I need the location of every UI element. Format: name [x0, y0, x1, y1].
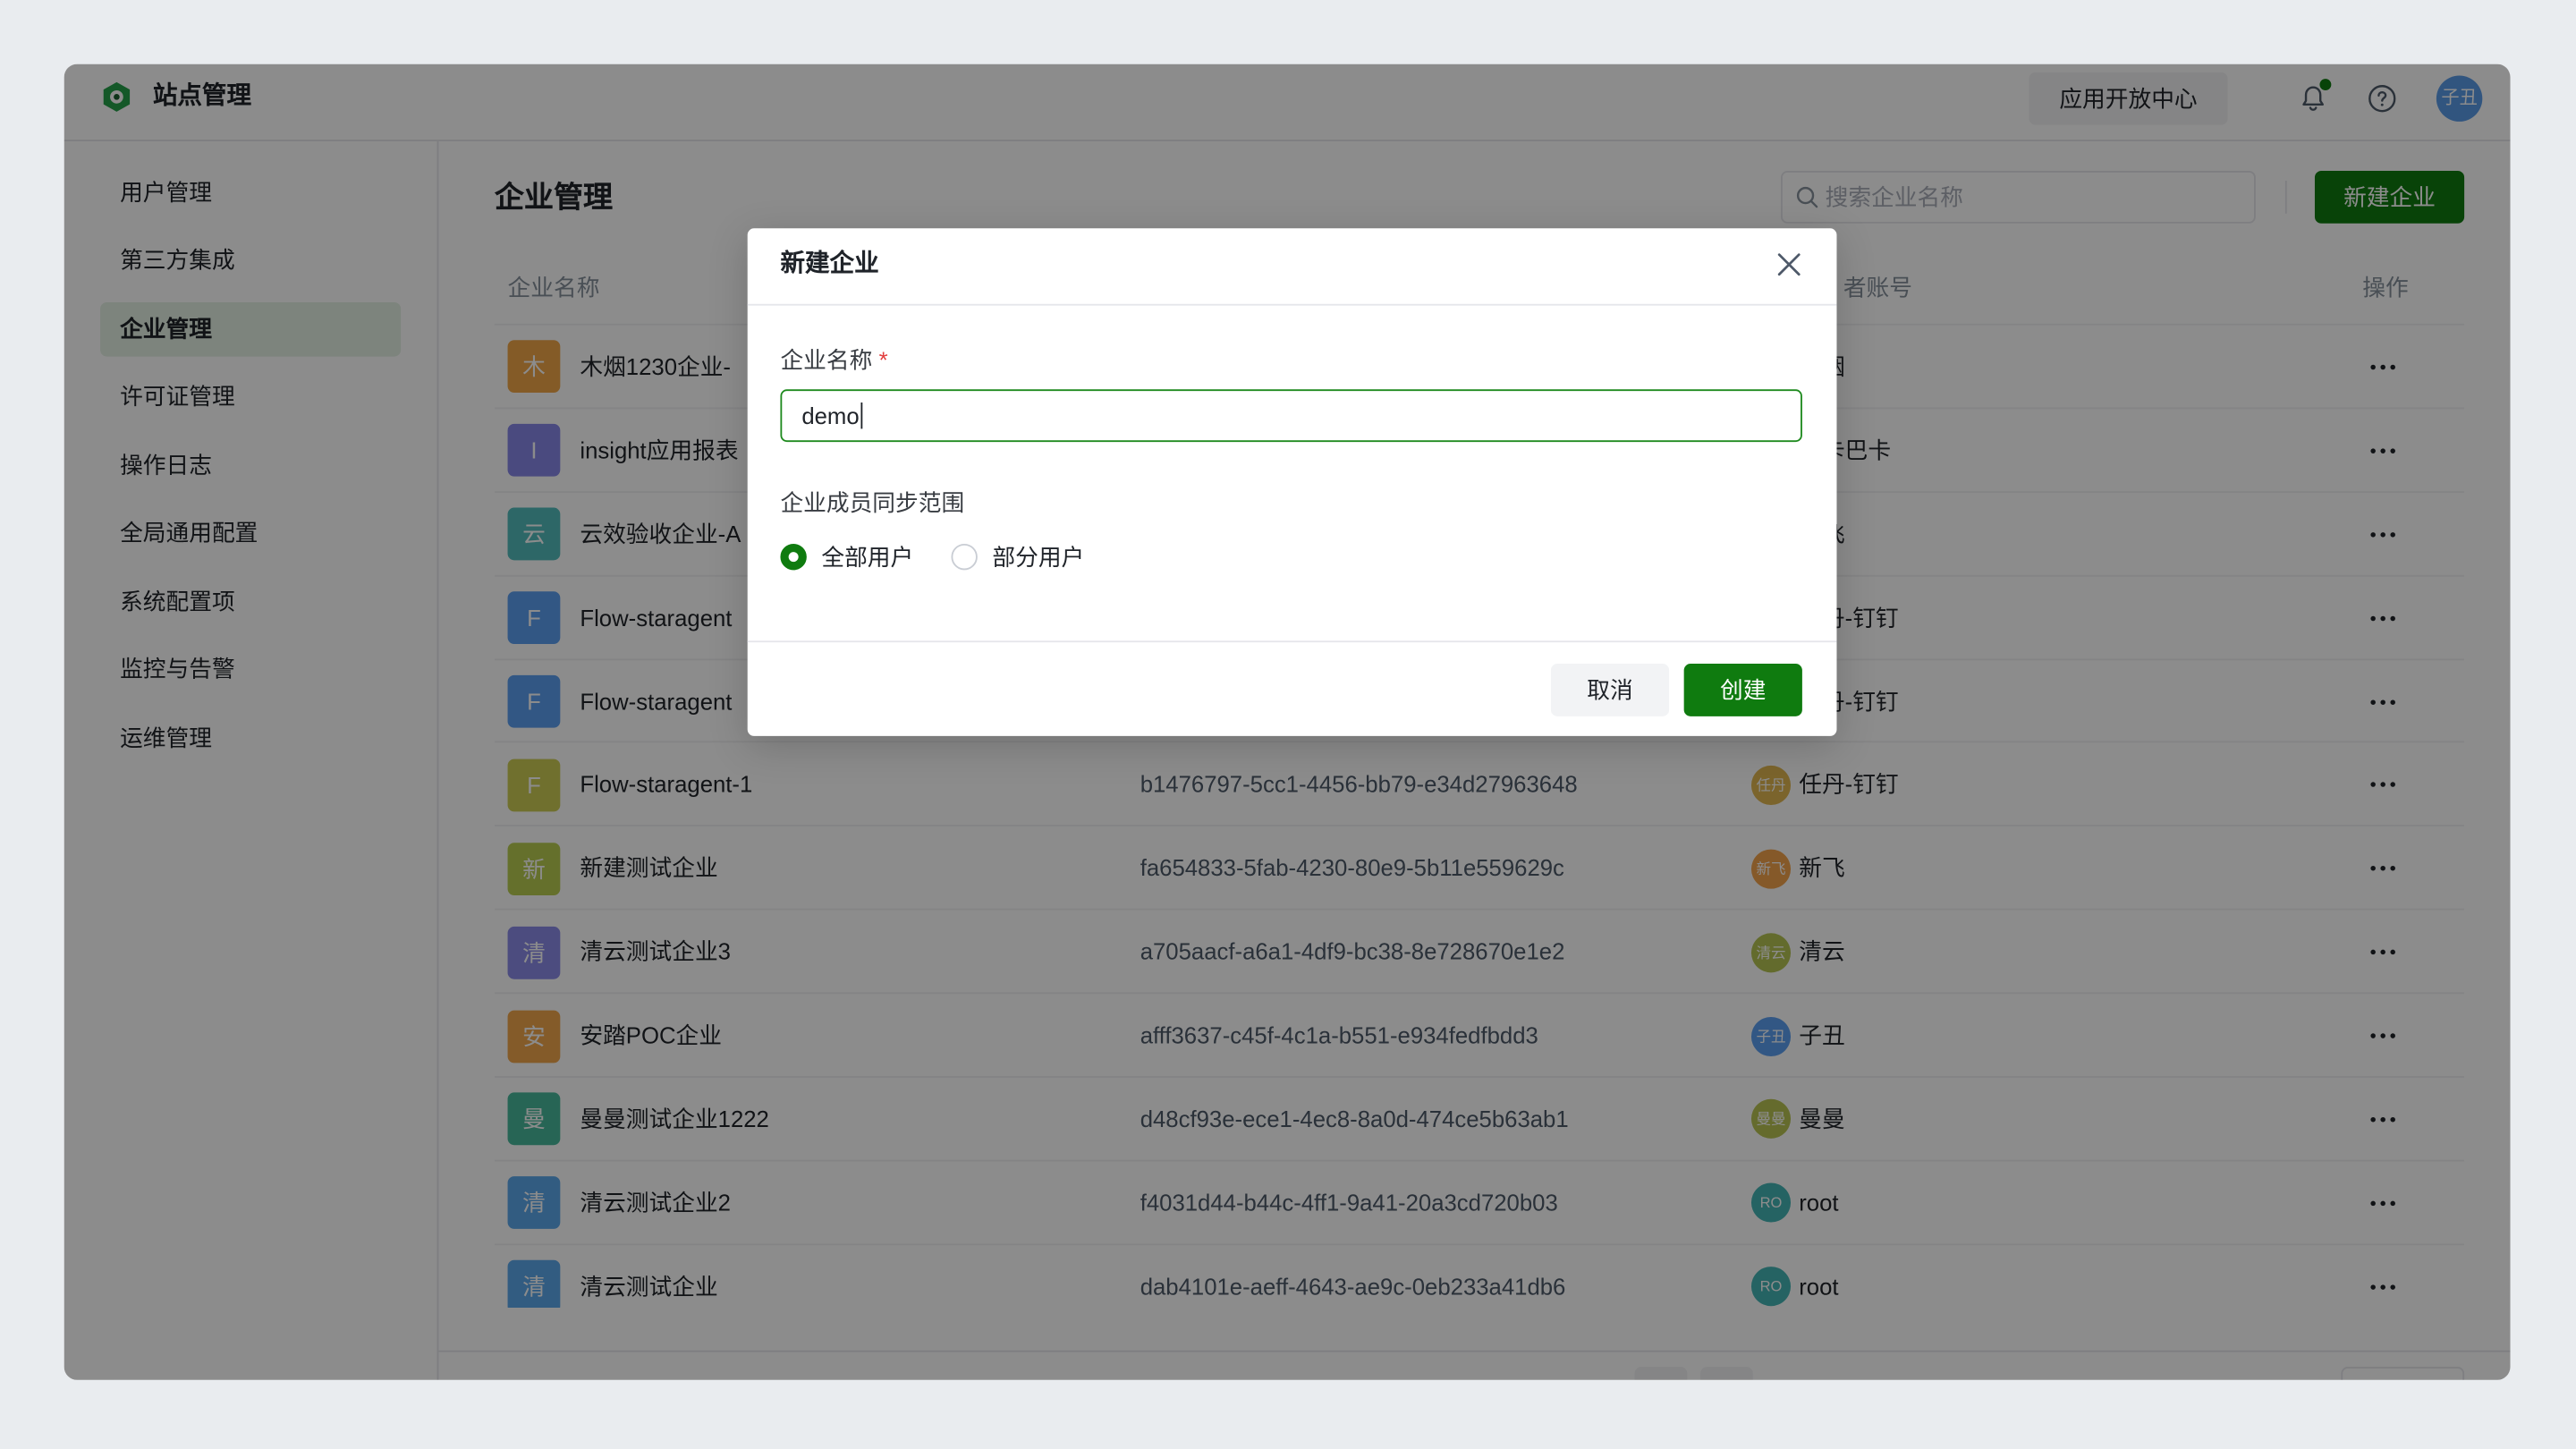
create-button[interactable]: 创建: [1683, 664, 1802, 716]
radio-partial-users[interactable]: [951, 543, 978, 571]
radio-all-users[interactable]: [780, 543, 807, 571]
required-mark: *: [878, 346, 888, 373]
sync-scope-label: 企业成员同步范围: [780, 489, 965, 516]
dialog-header: 新建企业: [747, 228, 1837, 306]
radio-all-users-label[interactable]: 全部用户: [821, 540, 913, 573]
cancel-button[interactable]: 取消: [1550, 664, 1670, 716]
enterprise-name-label-text: 企业名称: [780, 346, 873, 373]
stage: 站点管理 应用开放中心 子丑 用户管理 第三方集成 企业管理 许可证管理 操作日…: [0, 0, 2576, 1449]
text-caret: [860, 402, 863, 429]
close-icon[interactable]: [1776, 251, 1802, 277]
enterprise-name-input[interactable]: [780, 389, 1802, 443]
dialog-footer-divider: [747, 640, 1837, 643]
new-enterprise-dialog: 新建企业 企业名称* 企业成员同步范围 全部用户 部分用户 取消 创建: [747, 228, 1837, 736]
app-window: 站点管理 应用开放中心 子丑 用户管理 第三方集成 企业管理 许可证管理 操作日…: [64, 64, 2511, 1380]
dialog-title: 新建企业: [780, 250, 879, 278]
radio-partial-users-label[interactable]: 部分用户: [992, 540, 1084, 573]
enterprise-name-label: 企业名称 *: [780, 343, 887, 377]
